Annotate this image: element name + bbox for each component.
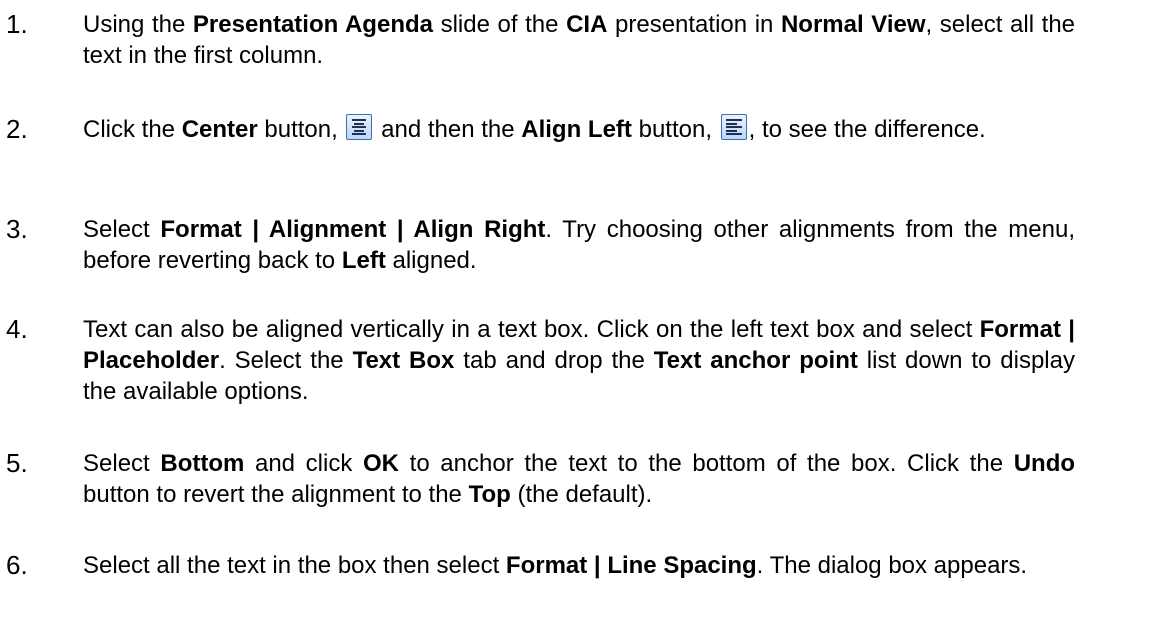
bold-term: Format | Alignment | Align Right [160, 216, 546, 243]
text-run: Using the [83, 11, 193, 38]
text-run: . Select the [219, 347, 353, 374]
text-run: and click [244, 450, 363, 477]
step-number: 3. [6, 214, 28, 244]
text-run: Text can also be aligned vertically in a… [83, 316, 980, 343]
bold-term: Top [468, 481, 511, 508]
text-run: button to revert the alignment to the [83, 481, 469, 508]
text-run: , to see the difference. [748, 116, 986, 143]
instruction-page: 1. Using the Presentation Agenda slide o… [0, 0, 1149, 632]
text-run: and then the [374, 116, 522, 143]
text-run: aligned. [385, 247, 477, 274]
bold-term: Format | Line Spacing [505, 552, 757, 579]
step-number: 2. [6, 114, 28, 144]
bold-term: Normal View [780, 11, 926, 38]
bold-term: Bottom [160, 450, 245, 477]
text-run: . The dialog box appears. [756, 552, 1028, 579]
step-text: Text can also be aligned vertically in a… [83, 314, 1075, 407]
text-run: slide of the [432, 11, 567, 38]
text-run: Click the [83, 116, 182, 143]
step-number: 6. [6, 550, 28, 580]
step-number: 4. [6, 314, 28, 344]
text-run: presentation in [607, 11, 781, 38]
step-text: Select all the text in the box then sele… [83, 550, 1075, 581]
center-align-icon [346, 114, 373, 140]
bold-term: Align Left [521, 116, 632, 143]
bold-term: Left [341, 247, 386, 274]
text-run: Select all the text in the box then sele… [83, 552, 506, 579]
step-text: Select Bottom and click OK to anchor the… [83, 448, 1075, 510]
text-run: to anchor the text to the bottom of the … [399, 450, 1014, 477]
bold-term: OK [363, 450, 399, 477]
text-run: (the default). [510, 481, 653, 508]
bold-term: Text Box [352, 347, 455, 374]
step-number: 1. [6, 9, 28, 39]
bold-term: Presentation Agenda [192, 11, 433, 38]
text-run: tab and drop the [454, 347, 654, 374]
step-number: 5. [6, 448, 28, 478]
text-run: Select [83, 450, 161, 477]
step-text: Using the Presentation Agenda slide of t… [83, 9, 1075, 71]
step-text: Click the Center button, and then the Al… [83, 114, 1075, 145]
bold-term: Center [181, 116, 258, 143]
align-left-icon [720, 114, 747, 140]
text-run: button, [631, 116, 719, 143]
step-text: Select Format | Alignment | Align Right.… [83, 214, 1075, 276]
bold-term: Text anchor point [653, 347, 858, 374]
bold-term: CIA [566, 11, 608, 38]
bold-term: Undo [1013, 450, 1076, 477]
text-run: button, [257, 116, 345, 143]
text-run: Select [83, 216, 161, 243]
